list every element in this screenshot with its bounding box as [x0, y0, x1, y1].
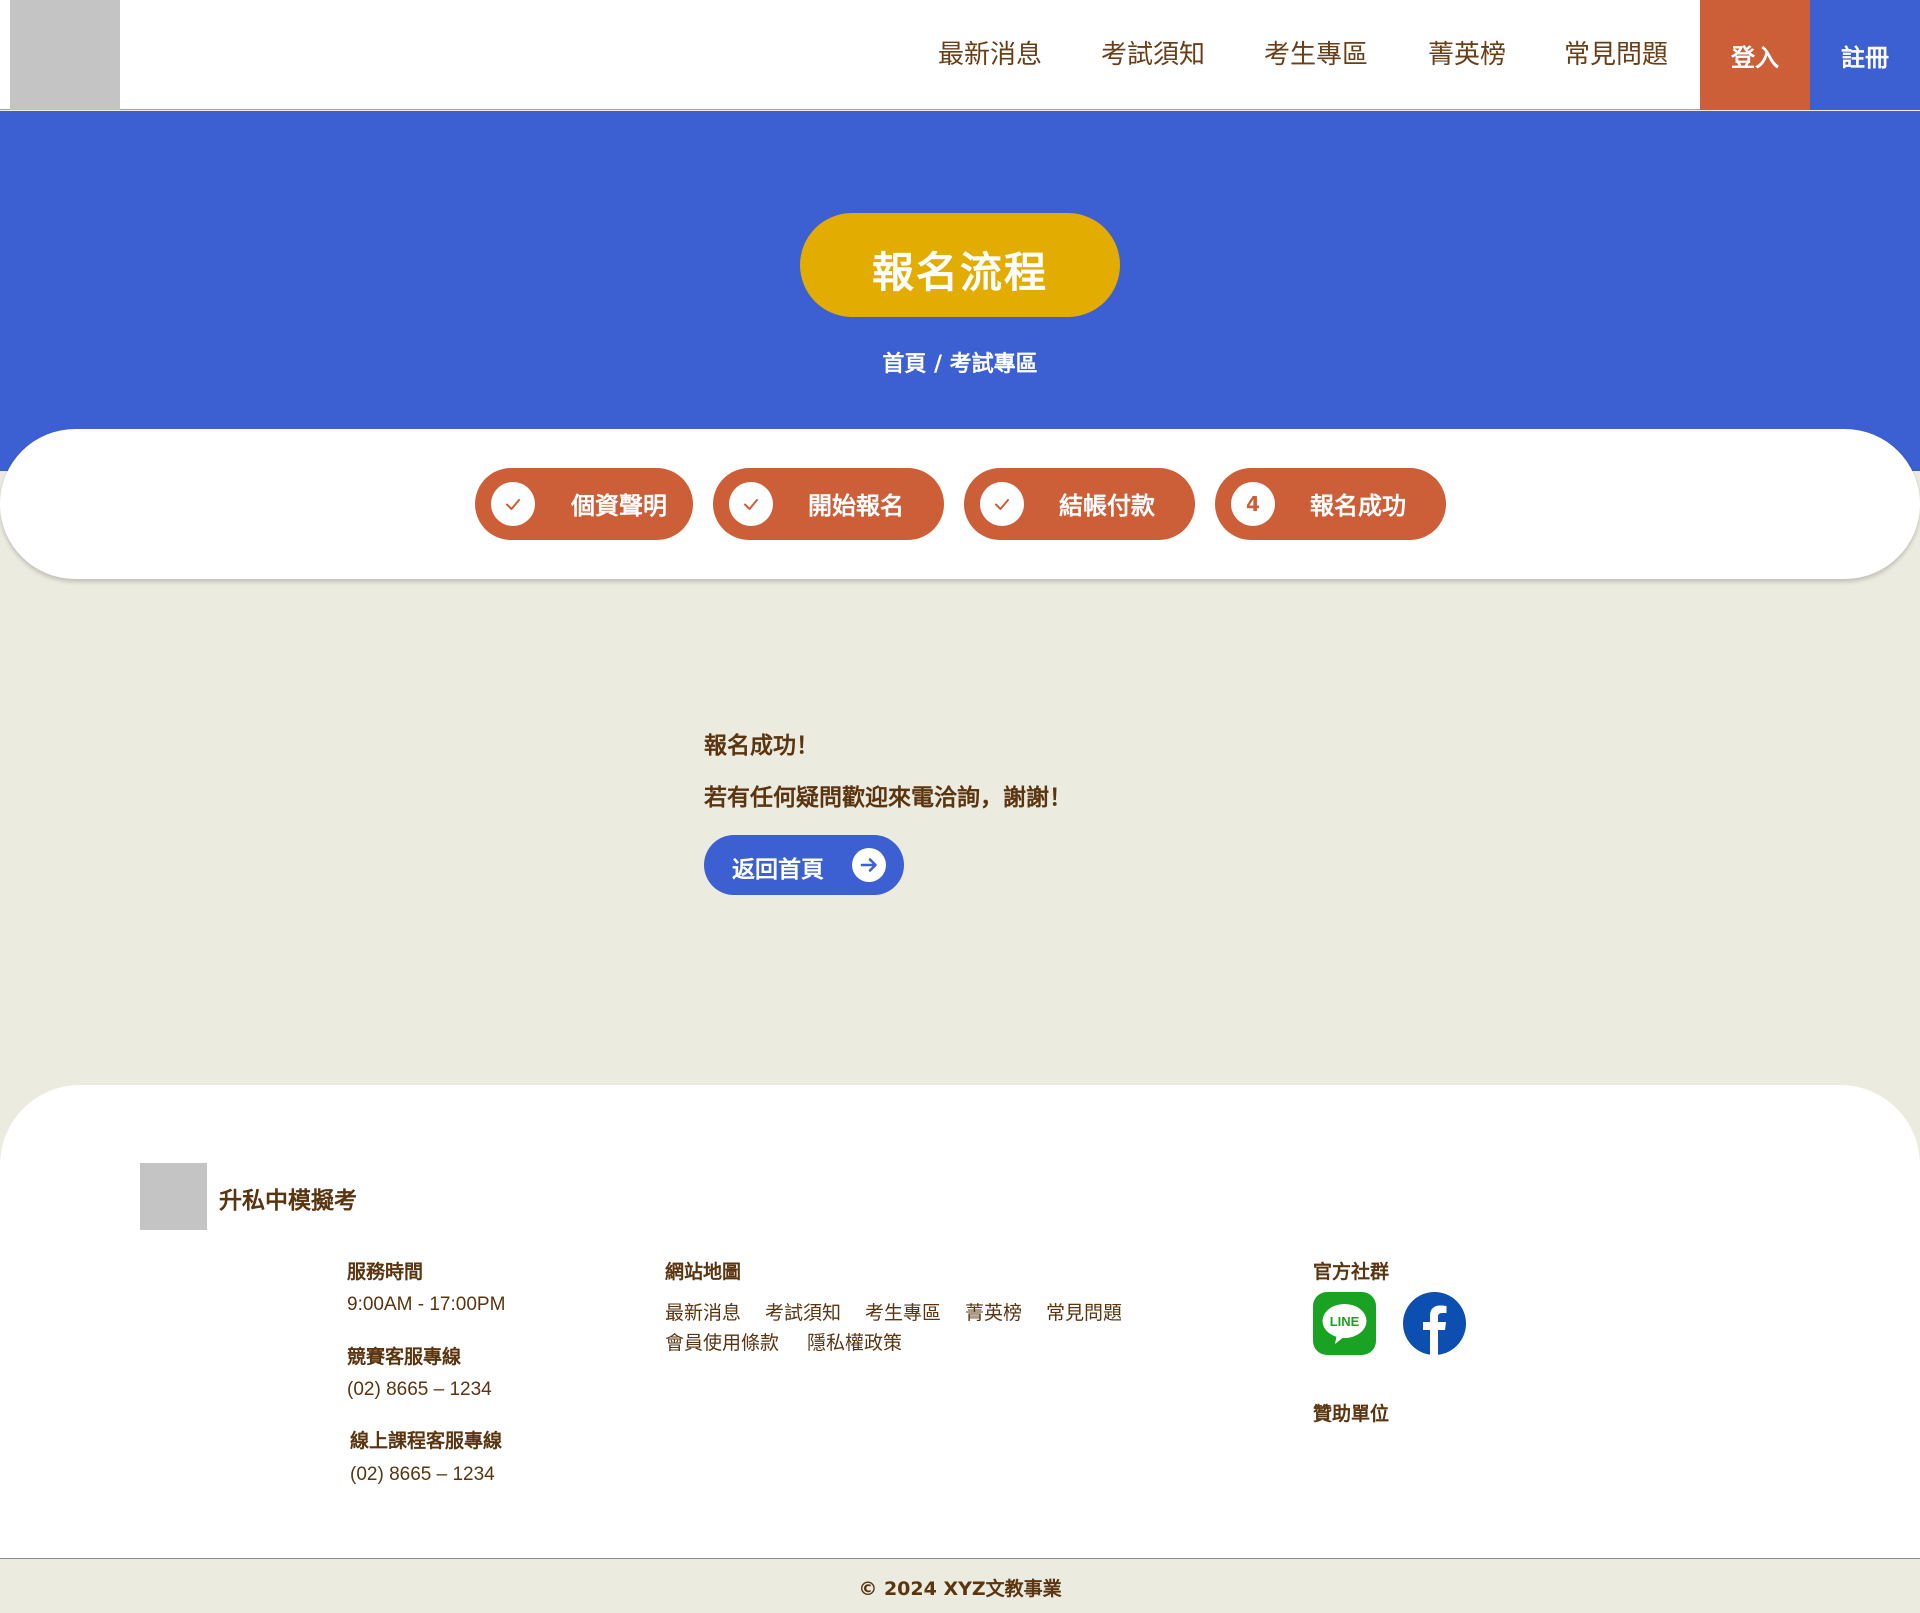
social-title: 官方社群	[1313, 1261, 1390, 1283]
service-hours: 9:00AM - 17:00PM	[347, 1294, 506, 1315]
step-privacy[interactable]: 個資聲明	[475, 468, 693, 540]
line-icon[interactable]: LINE	[1313, 1292, 1376, 1355]
step-register[interactable]: 開始報名	[713, 468, 944, 540]
hero-banner: 報名流程 首頁 / 考試專區	[0, 111, 1920, 471]
step-label: 開始報名	[808, 492, 904, 520]
sitemap-candidate-zone[interactable]: 考生專區	[865, 1298, 941, 1325]
page-title: 報名流程	[871, 248, 1048, 297]
nav-honor-roll[interactable]: 菁英榜	[1428, 34, 1506, 71]
footer-brand: 升私中模擬考	[219, 1188, 357, 1214]
nav-exam-notice[interactable]: 考試須知	[1101, 34, 1205, 71]
check-icon	[980, 482, 1024, 526]
course-line-title: 線上課程客服專線	[350, 1430, 503, 1452]
facebook-icon[interactable]	[1403, 1292, 1466, 1355]
nav-latest-news[interactable]: 最新消息	[938, 34, 1042, 71]
step-label: 報名成功	[1310, 492, 1406, 520]
step-label: 結帳付款	[1059, 492, 1155, 520]
sitemap-faq[interactable]: 常見問題	[1046, 1298, 1122, 1325]
success-message: 報名成功！	[704, 733, 819, 759]
sitemap-terms[interactable]: 會員使用條款	[665, 1328, 779, 1355]
back-home-button[interactable]: 返回首頁	[704, 835, 904, 895]
check-icon	[729, 482, 773, 526]
sitemap-exam-notice[interactable]: 考試須知	[765, 1298, 841, 1325]
register-button[interactable]: 註冊	[1810, 0, 1920, 110]
sitemap-privacy[interactable]: 隱私權政策	[807, 1328, 902, 1355]
site-logo[interactable]	[10, 0, 120, 110]
step-label: 個資聲明	[571, 492, 667, 520]
svg-text:LINE: LINE	[1330, 1314, 1360, 1329]
check-icon	[491, 482, 535, 526]
contact-message: 若有任何疑問歡迎來電洽詢，謝謝！	[704, 785, 1072, 811]
site-header: 最新消息 考試須知 考生專區 菁英榜 常見問題 登入 註冊	[0, 0, 1920, 110]
copyright: © 2024 XYZ文教事業	[858, 1578, 1062, 1600]
sponsor-title: 贊助單位	[1313, 1403, 1390, 1425]
site-footer	[0, 1085, 1920, 1558]
footer-logo	[140, 1163, 207, 1230]
step-success[interactable]: 4 報名成功	[1215, 468, 1446, 540]
contest-line-title: 競賽客服專線	[347, 1346, 462, 1368]
nav-candidate-zone[interactable]: 考生專區	[1264, 34, 1368, 71]
breadcrumb: 首頁 / 考試專區	[882, 352, 1038, 377]
step-payment[interactable]: 結帳付款	[964, 468, 1195, 540]
sitemap-honor-roll[interactable]: 菁英榜	[965, 1298, 1022, 1325]
nav-faq[interactable]: 常見問題	[1564, 34, 1668, 71]
service-hours-title: 服務時間	[347, 1261, 424, 1283]
course-line[interactable]: (02) 8665 – 1234	[350, 1464, 495, 1486]
back-home-label: 返回首頁	[732, 857, 824, 883]
login-button[interactable]: 登入	[1700, 0, 1810, 110]
contest-line[interactable]: (02) 8665 – 1234	[347, 1379, 492, 1401]
arrow-right-icon	[852, 848, 886, 882]
step-number: 4	[1231, 482, 1275, 526]
steps-band	[0, 429, 1920, 579]
sitemap-title: 網站地圖	[665, 1261, 742, 1283]
sitemap-latest-news[interactable]: 最新消息	[665, 1298, 741, 1325]
